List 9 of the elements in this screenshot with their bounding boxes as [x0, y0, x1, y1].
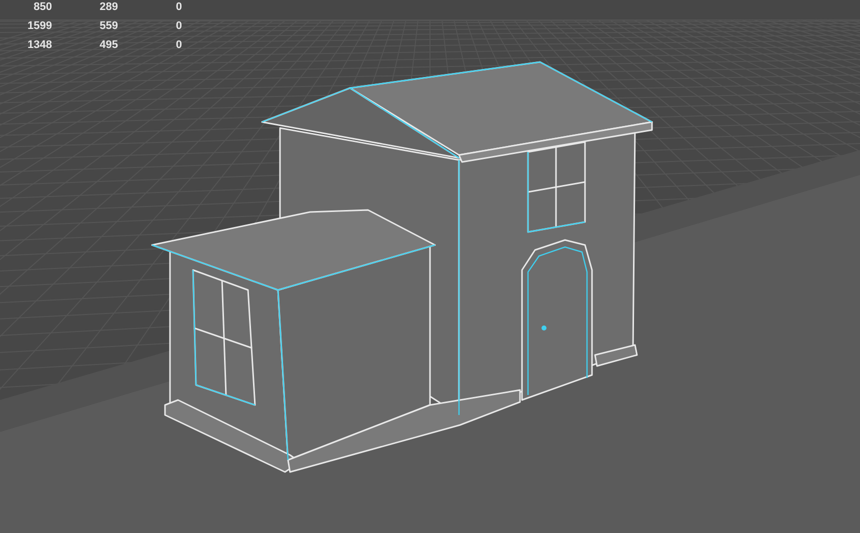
stat-value: 850 [32, 0, 52, 16]
stat-value: 289 [98, 0, 118, 16]
stat-value: 0 [174, 0, 182, 16]
stat-value: 0 [174, 38, 182, 54]
stat-value: 495 [98, 38, 118, 54]
stat-value: 0 [174, 19, 182, 34]
stat-value: 559 [98, 19, 118, 34]
stat-value: 1348 [26, 38, 52, 54]
stat-value: 1599 [26, 19, 52, 34]
